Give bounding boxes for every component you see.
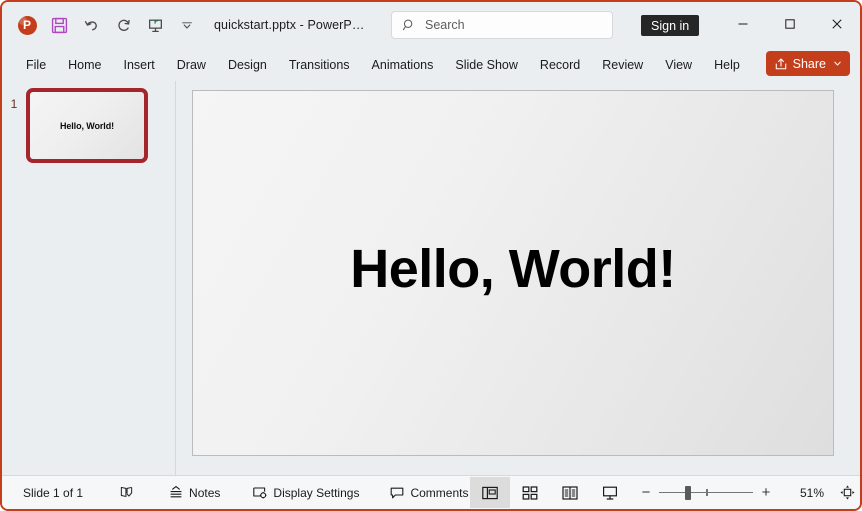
undo-button[interactable] — [76, 10, 106, 40]
tab-record[interactable]: Record — [530, 54, 590, 76]
notes-button[interactable]: Notes — [161, 480, 227, 506]
slide-thumbnail[interactable]: Hello, World! — [26, 88, 148, 163]
chevron-down-icon — [834, 61, 841, 66]
slide-canvas[interactable]: Hello, World! — [192, 90, 834, 456]
zoom-slider-thumb[interactable] — [685, 485, 691, 500]
slide-thumbnail-text: Hello, World! — [59, 120, 115, 131]
minimize-icon — [738, 23, 747, 25]
accessibility-book-icon — [120, 486, 133, 497]
view-slide-sorter[interactable] — [510, 477, 550, 508]
display-settings-label: Display Settings — [273, 485, 360, 500]
save-floppy-icon — [51, 17, 67, 33]
minimize-button[interactable] — [719, 2, 766, 46]
zoom-out-button[interactable]: − — [636, 485, 656, 500]
sign-in-button[interactable]: Sign in — [641, 15, 700, 36]
close-icon — [831, 19, 842, 29]
close-button[interactable] — [813, 2, 860, 46]
comments-button[interactable]: Comments — [382, 480, 475, 506]
customize-quick-access-button[interactable] — [172, 10, 202, 40]
tab-file[interactable]: File — [16, 54, 56, 76]
slide-sorter-icon — [522, 485, 538, 500]
undo-arrow-icon — [84, 20, 97, 30]
redo-button[interactable] — [108, 10, 138, 40]
share-icon — [775, 57, 786, 69]
tab-slide-show[interactable]: Slide Show — [445, 54, 528, 76]
display-settings-icon — [253, 486, 267, 498]
start-presentation-button[interactable] — [140, 10, 170, 40]
zoom-controls: − + 51% — [636, 477, 860, 509]
normal-view-icon — [482, 486, 498, 499]
zoom-level-label[interactable]: 51% — [784, 486, 824, 500]
tab-insert[interactable]: Insert — [114, 54, 165, 76]
maximize-button[interactable] — [766, 2, 813, 46]
view-normal[interactable] — [470, 477, 510, 508]
view-slide-show[interactable] — [590, 477, 630, 508]
powerpoint-logo-icon — [17, 15, 37, 35]
comment-bubble-icon — [391, 487, 404, 498]
display-settings-button[interactable]: Display Settings — [245, 480, 366, 506]
title-bar: quickstart.pptx - PowerP… Search Sign in — [2, 2, 860, 48]
save-button[interactable] — [44, 10, 74, 40]
view-reading[interactable] — [550, 477, 590, 508]
start-presentation-icon — [148, 19, 162, 32]
search-icon — [402, 19, 413, 31]
slide-canvas-pane: Hello, World! — [176, 81, 860, 475]
maximize-icon — [784, 19, 795, 29]
slide-count-label[interactable]: Slide 1 of 1 — [16, 480, 90, 506]
comments-label: Comments — [410, 485, 469, 500]
tab-design[interactable]: Design — [218, 54, 277, 76]
zoom-slider[interactable] — [659, 485, 753, 501]
share-label: Share — [792, 56, 826, 71]
ribbon-tab-bar: File Home Insert Draw Design Transitions… — [2, 48, 860, 81]
tab-animations[interactable]: Animations — [362, 54, 444, 76]
tab-help[interactable]: Help — [704, 54, 750, 76]
zoom-in-button[interactable]: + — [756, 485, 776, 500]
redo-arrow-icon — [117, 19, 130, 31]
chevron-down-icon — [182, 22, 192, 29]
status-bar: Slide 1 of 1 Notes Display Settings Comm… — [2, 475, 860, 509]
tab-draw[interactable]: Draw — [167, 54, 216, 76]
tab-home[interactable]: Home — [58, 54, 111, 76]
quick-access-toolbar — [12, 10, 202, 40]
accessibility-checker-button[interactable] — [112, 480, 141, 506]
powerpoint-app-icon[interactable] — [12, 10, 42, 40]
slide-show-icon — [602, 486, 618, 500]
fit-to-window-icon — [840, 485, 854, 500]
notes-icon — [170, 485, 182, 497]
thumbnail-list-item[interactable]: 1 Hello, World! — [2, 81, 175, 163]
view-mode-group — [470, 477, 630, 509]
search-input[interactable]: Search — [391, 11, 613, 39]
editor-area: 1 Hello, World! Hello, World! — [2, 81, 860, 475]
slide-number: 1 — [10, 97, 18, 111]
powerpoint-window: quickstart.pptx - PowerP… Search Sign in — [0, 0, 862, 511]
notes-label: Notes — [189, 485, 221, 500]
slide-title-textbox[interactable]: Hello, World! — [350, 242, 676, 296]
reading-view-icon — [562, 485, 578, 500]
zoom-slider-center-tick — [706, 488, 708, 496]
window-controls — [719, 2, 860, 46]
slide-thumbnail-pane: 1 Hello, World! — [2, 81, 176, 475]
fit-slide-to-window-button[interactable] — [832, 479, 860, 507]
share-button[interactable]: Share — [765, 51, 850, 76]
search-placeholder: Search — [425, 18, 465, 32]
tab-transitions[interactable]: Transitions — [279, 54, 360, 76]
tab-review[interactable]: Review — [592, 54, 653, 76]
document-title: quickstart.pptx - PowerP… — [214, 18, 365, 32]
tab-view[interactable]: View — [655, 54, 702, 76]
